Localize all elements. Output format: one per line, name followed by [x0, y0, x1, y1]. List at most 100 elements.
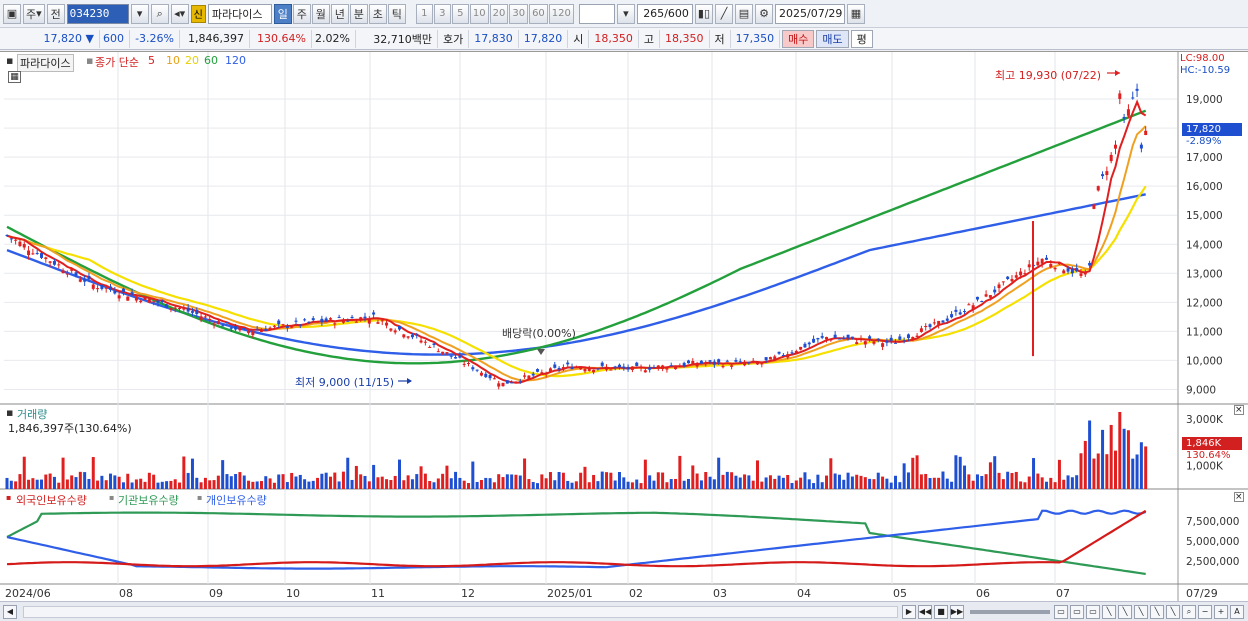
speaker-icon[interactable]: ◂▾	[170, 3, 189, 24]
foreign-holdings-title[interactable]: 외국인보유수량	[16, 492, 87, 508]
volume-bar	[954, 455, 958, 489]
layout-icon-3[interactable]: ▭	[1086, 604, 1100, 619]
stock-code-input[interactable]	[66, 3, 129, 24]
draw-icon-4[interactable]: ╲	[1150, 604, 1164, 619]
interval-button-120[interactable]: 120	[548, 3, 574, 24]
fast-forward-icon[interactable]: ▶▶	[950, 604, 964, 619]
calendar-icon[interactable]: ▦	[847, 3, 865, 24]
interval-button-1[interactable]: 1	[415, 3, 433, 24]
draw-icon-5[interactable]: ╲	[1166, 604, 1180, 619]
gear-icon[interactable]: ⚙	[755, 3, 773, 24]
volume-bar	[898, 482, 902, 489]
period-tab-6[interactable]: 틱	[387, 3, 406, 24]
candle-body	[393, 330, 397, 333]
candle-body	[423, 341, 427, 343]
candle-body	[1053, 267, 1057, 270]
rewind-icon[interactable]: ◀◀	[918, 604, 932, 619]
sell-button[interactable]: 매도	[816, 29, 849, 48]
volume-bar	[376, 477, 380, 489]
buy-button[interactable]: 매수	[782, 29, 815, 48]
candle-body	[1040, 258, 1044, 264]
volume-bar	[894, 475, 898, 489]
candle-body	[682, 362, 686, 367]
interval-button-10[interactable]: 10	[469, 3, 489, 24]
code-dropdown-icon[interactable]: ▾	[130, 3, 149, 24]
ma-label-20: 20	[185, 54, 199, 67]
flat-button[interactable]: 평	[850, 29, 873, 48]
price-change-pct: -3.26%	[130, 29, 180, 48]
volume-bar	[40, 479, 44, 489]
search-icon[interactable]: ⌕	[150, 3, 169, 24]
holdings-panel-close-icon[interactable]: ×	[1234, 492, 1244, 502]
stop-icon[interactable]: ■	[934, 604, 948, 619]
zoom-slider[interactable]	[970, 609, 1050, 614]
volume-bar	[203, 477, 207, 489]
volume-bar	[169, 480, 173, 489]
interval-dropdown-icon[interactable]: ▾	[616, 3, 635, 24]
period-select[interactable]: 주 ▾	[23, 3, 45, 24]
chart-scrollbar[interactable]: ◀ ▶ ◀◀ ■ ▶▶ ▭ ▭ ▭ ╲ ╲ ╲ ╲ ╲ ⌕ − + A	[0, 601, 1248, 621]
candle-type-icon[interactable]: ▮▯	[694, 3, 713, 24]
open-label: 시	[568, 29, 590, 48]
period-tab-1[interactable]: 주	[292, 3, 311, 24]
scroll-track[interactable]	[23, 605, 898, 618]
institution-holdings-title[interactable]: 기관보유수량	[118, 492, 179, 508]
scroll-right-icon[interactable]: ▶	[902, 604, 916, 619]
period-tab-0[interactable]: 일	[273, 3, 292, 24]
interval-button-5[interactable]: 5	[451, 3, 469, 24]
date-field[interactable]: 2025/07/29	[775, 3, 845, 24]
volume-bar	[462, 480, 466, 489]
interval-button-3[interactable]: 3	[433, 3, 451, 24]
candle-body	[268, 327, 272, 330]
candle-body	[652, 367, 656, 369]
interval-custom-field[interactable]	[578, 3, 615, 24]
draw-icon-2[interactable]: ╲	[1118, 604, 1132, 619]
volume-bar	[712, 479, 716, 489]
interval-button-60[interactable]: 60	[529, 3, 548, 24]
volume-bar	[1083, 440, 1087, 489]
period-tab-5[interactable]: 초	[368, 3, 387, 24]
layout-icon-2[interactable]: ▭	[1070, 604, 1084, 619]
period-tab-3[interactable]: 년	[330, 3, 349, 24]
candle-body	[639, 366, 643, 369]
draw-tool-icon[interactable]: ╱	[715, 3, 733, 24]
count-field[interactable]: 265/600	[636, 3, 693, 24]
scroll-left-icon[interactable]: ◀	[3, 604, 17, 619]
draw-icon-3[interactable]: ╲	[1134, 604, 1148, 619]
save-icon[interactable]: ▤	[735, 3, 753, 24]
candle-body	[876, 338, 880, 340]
candle-body	[398, 325, 402, 330]
volume-bar	[686, 478, 690, 489]
candle-body	[1113, 144, 1117, 149]
zoom-icon[interactable]: ⌕	[1182, 604, 1196, 619]
candle-body	[803, 343, 807, 348]
volume-bar	[704, 472, 708, 489]
volume-bar	[755, 460, 759, 489]
candle-body	[626, 366, 630, 370]
font-size-icon[interactable]: A	[1230, 604, 1244, 619]
interval-button-30[interactable]: 30	[509, 3, 529, 24]
volume-bar	[285, 482, 289, 489]
volume-bar	[751, 480, 755, 489]
chart-area[interactable]: 2024/06 08 09 10 11 12 2025/01 02 03 04 05 06 07 07/2…	[0, 51, 1248, 602]
period-tab-2[interactable]: 월	[311, 3, 330, 24]
volume-bar	[820, 482, 824, 489]
zoom-out-icon[interactable]: −	[1198, 604, 1212, 619]
candle-body	[1010, 279, 1014, 282]
period-tab-4[interactable]: 분	[349, 3, 368, 24]
candle-body	[173, 307, 177, 309]
stock-name-field[interactable]: 파라다이스	[207, 3, 272, 24]
interval-button-20[interactable]: 20	[489, 3, 509, 24]
candle-body	[786, 354, 790, 358]
candle-body	[9, 238, 13, 240]
price-panel-name[interactable]: 파라다이스	[17, 54, 74, 72]
grid-toggle-icon[interactable]: ▦	[8, 71, 21, 83]
zoom-in-icon[interactable]: +	[1214, 604, 1228, 619]
draw-icon-1[interactable]: ╲	[1102, 604, 1116, 619]
window-icon[interactable]: ▣	[3, 3, 21, 24]
prev-button[interactable]: 전	[46, 3, 65, 24]
individual-holdings-title[interactable]: 개인보유수량	[206, 492, 267, 508]
layout-icon-1[interactable]: ▭	[1054, 604, 1068, 619]
stock-chart[interactable]: 2024/06 08 09 10 11 12 2025/01 02 03 04 05 06 07 07/2…	[0, 52, 1248, 602]
volume-panel-close-icon[interactable]: ×	[1234, 405, 1244, 415]
